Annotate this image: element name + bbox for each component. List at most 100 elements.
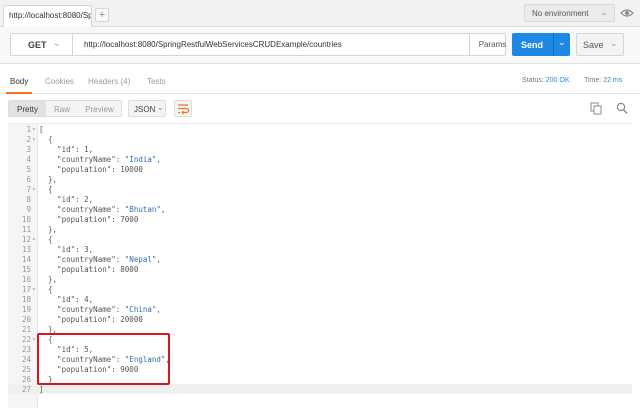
code-line: 16 }, — [8, 275, 628, 285]
time-label: Time: — [584, 77, 602, 84]
code-line: 1 ▾[ — [8, 125, 628, 135]
save-button[interactable]: Save ⌄ — [576, 33, 624, 56]
code-text: }, — [39, 175, 58, 184]
code-text: "id": 2, — [39, 195, 94, 204]
code-text: ] — [39, 385, 44, 394]
request-tab[interactable]: http://localhost:8080/Sprir — [3, 5, 92, 28]
line-number: 11 — [21, 225, 31, 234]
code-line: 7 ▾ { — [8, 185, 628, 195]
fold-arrow-icon[interactable]: ▾ — [32, 135, 38, 145]
fold-arrow-icon[interactable]: ▾ — [32, 125, 38, 135]
line-number: 26 — [21, 375, 31, 384]
code-text: "population": 8000 — [39, 265, 139, 274]
code-line: 5 "population": 10000 — [8, 165, 628, 175]
code-line: 15 "population": 8000 — [8, 265, 628, 275]
code-line: 10 "population": 7000 — [8, 215, 628, 225]
chevron-down-icon: ⌄ — [600, 7, 608, 17]
line-number: 6 — [26, 175, 31, 184]
url-input[interactable]: http://localhost:8080/SpringRestfulWebSe… — [84, 40, 342, 49]
format-label: JSON — [134, 105, 156, 114]
code-line: 8 "id": 2, — [8, 195, 628, 205]
status-value: 200 OK — [545, 77, 570, 84]
code-line: 18 "id": 4, — [8, 295, 628, 305]
code-text: "countryName": "India", — [39, 155, 161, 164]
code-line: 4 "countryName": "India", — [8, 155, 628, 165]
line-number: 13 — [21, 245, 31, 254]
code-text: [ — [39, 125, 44, 134]
line-number: 9 — [26, 205, 31, 214]
code-line: 6 }, — [8, 175, 628, 185]
format-select[interactable]: JSON ⌄ — [128, 100, 166, 117]
request-tab-label: http://localhost:8080/Sprir — [9, 11, 92, 20]
send-label: Send — [521, 40, 544, 50]
raw-button[interactable]: Raw — [46, 101, 78, 116]
send-divider — [553, 33, 554, 56]
status-info: Status: 200 OK — [522, 77, 570, 84]
code-text: "id": 3, — [39, 245, 94, 254]
chevron-down-icon[interactable]: ⌄ — [610, 38, 618, 49]
environment-label: No environment — [532, 9, 589, 18]
fold-arrow-icon[interactable]: ▾ — [32, 235, 38, 245]
tab-cookies[interactable]: Cookies — [45, 77, 74, 86]
line-number: 17 — [21, 285, 31, 294]
code-text: "id": 4, — [39, 295, 94, 304]
chevron-down-icon: ⌄ — [157, 103, 164, 112]
line-number: 27 — [21, 385, 31, 394]
code-line: 19 "countryName": "China", — [8, 305, 628, 315]
line-number: 22 — [21, 335, 31, 344]
line-number: 21 — [21, 325, 31, 334]
request-input-group: GET ⌄ http://localhost:8080/SpringRestfu… — [10, 33, 506, 56]
code-text: "countryName": "Bhutan", — [39, 205, 166, 214]
code-line: 12 ▾ { — [8, 235, 628, 245]
code-line: 9 "countryName": "Bhutan", — [8, 205, 628, 215]
line-number: 15 — [21, 265, 31, 274]
code-text: "countryName": "China", — [39, 305, 161, 314]
line-number: 12 — [21, 235, 31, 244]
wrap-lines-button[interactable] — [174, 100, 192, 117]
wrap-lines-icon — [178, 104, 190, 115]
code-line: 13 "id": 3, — [8, 245, 628, 255]
code-text: { — [39, 135, 53, 144]
send-button[interactable]: Send ⌄ — [512, 33, 570, 56]
code-line: 20 "population": 20000 — [8, 315, 628, 325]
annotation-highlight-box — [37, 333, 170, 385]
search-icon[interactable] — [616, 102, 628, 115]
tab-bar: http://localhost:8080/Sprir + No environ… — [0, 0, 640, 28]
line-number: 10 — [21, 215, 31, 224]
line-number: 5 — [26, 165, 31, 174]
code-text: { — [39, 185, 53, 194]
pretty-button[interactable]: Pretty — [9, 101, 46, 116]
code-line: 2 ▾ { — [8, 135, 628, 145]
preview-button[interactable]: Preview — [78, 101, 121, 116]
environment-select[interactable]: No environment ⌄ — [524, 4, 615, 22]
copy-icon[interactable] — [590, 102, 602, 115]
code-text: "id": 1, — [39, 145, 94, 154]
params-button[interactable]: Params — [469, 34, 515, 55]
code-line: 27] — [8, 385, 628, 395]
code-line: 11 }, — [8, 225, 628, 235]
save-label: Save — [583, 40, 604, 50]
time-info: Time: 22 ms — [584, 77, 622, 84]
line-number: 2 — [26, 135, 31, 144]
tab-body[interactable]: Body — [10, 77, 28, 86]
tab-tests[interactable]: Tests — [147, 77, 166, 86]
status-label: Status: — [522, 77, 544, 84]
response-tabs: Body Cookies Headers (4) Tests Status: 2… — [0, 70, 640, 94]
chevron-down-icon: ⌄ — [53, 38, 61, 48]
line-number: 1 — [26, 125, 31, 134]
eye-icon[interactable] — [620, 7, 634, 19]
chevron-down-icon[interactable]: ⌄ — [558, 37, 566, 48]
fold-arrow-icon[interactable]: ▾ — [32, 185, 38, 195]
fold-arrow-icon[interactable]: ▾ — [32, 285, 38, 295]
code-text: }, — [39, 225, 58, 234]
line-number: 18 — [21, 295, 31, 304]
tab-headers[interactable]: Headers (4) — [88, 77, 130, 86]
line-number: 25 — [21, 365, 31, 374]
method-select[interactable]: GET ⌄ — [11, 34, 73, 55]
code-text: "population": 20000 — [39, 315, 143, 324]
line-number: 7 — [26, 185, 31, 194]
line-number: 3 — [26, 145, 31, 154]
code-text: "population": 7000 — [39, 215, 139, 224]
method-label: GET — [28, 40, 47, 50]
new-tab-button[interactable]: + — [95, 8, 109, 22]
